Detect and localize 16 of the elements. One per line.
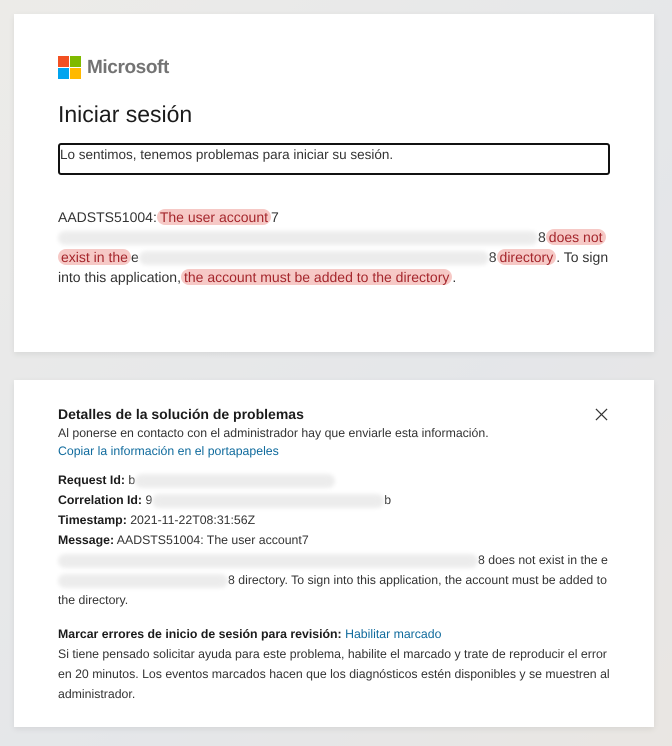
error-alert: Lo sentimos, tenemos problemas para iniciar su sesión.	[58, 143, 610, 175]
flag-description: Si tiene pensado solicitar ayuda para este problema, habilite el marcado y trate de reproducir el error en 20 minutos. Los eventos marcados hacen que los diagnósticos estén disponibles y se muestren al administrador.	[58, 646, 610, 703]
flag-label: Marcar errores de inicio de sesión para revisión:	[58, 627, 342, 641]
detail-field: Timestamp: 2021-11-22T08:31:56Z	[58, 510, 610, 530]
enable-flagging-link[interactable]: Habilitar marcado	[345, 627, 442, 641]
detail-field: Message: AADSTS51004: The user account7 8 does not exist in the e 8 directory. To sign into this application, the account must be added to the directory.	[58, 530, 610, 610]
close-icon[interactable]	[595, 408, 608, 420]
detail-field: Request Id: b	[58, 470, 610, 490]
logo-text: Microsoft	[87, 56, 169, 78]
details-title: Detalles de la solución de problemas	[58, 406, 304, 422]
page-title: Iniciar sesión	[58, 101, 194, 128]
error-message: AADSTS51004: The user account 7 8 does not exist in the e 8 directory . To sign into this application, the account must be added to the directory .	[58, 208, 610, 287]
details-subtitle: Al ponerse en contacto con el administrador hay que enviarle esta información.	[58, 426, 490, 440]
copy-link[interactable]: Copiar la información en el portapapeles	[58, 444, 279, 458]
detail-field: Correlation Id: 9 b	[58, 490, 610, 510]
microsoft-logo-icon	[58, 56, 81, 79]
